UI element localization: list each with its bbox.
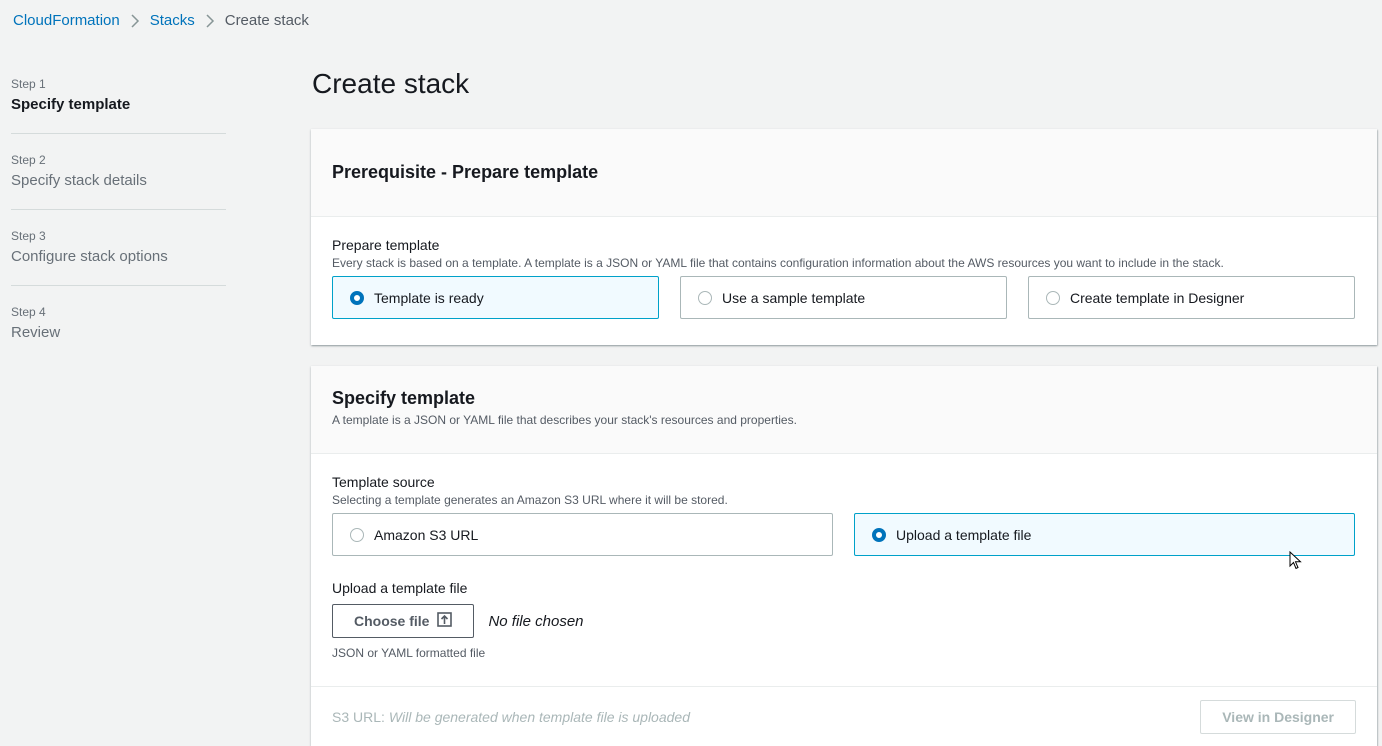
view-in-designer-button[interactable]: View in Designer: [1200, 699, 1356, 734]
option-create-in-designer[interactable]: Create template in Designer: [1028, 276, 1355, 319]
wizard-steps: Step 1 Specify template Step 2 Specify s…: [11, 76, 226, 343]
specify-template-panel: Specify template A template is a JSON or…: [311, 366, 1377, 746]
field-description: Every stack is based on a template. A te…: [332, 256, 1224, 270]
radio-icon: [350, 527, 364, 542]
field-description: Selecting a template generates an Amazon…: [332, 493, 728, 507]
mouse-pointer-icon: [1289, 550, 1302, 576]
divider: [11, 209, 226, 210]
step-label: Specify template: [11, 96, 131, 113]
field-label: Prepare template: [332, 237, 440, 253]
upload-hint: JSON or YAML formatted file: [332, 646, 486, 660]
choose-file-button[interactable]: Choose file: [332, 604, 475, 638]
option-label: Use a sample template: [722, 289, 866, 306]
panel-title: Prerequisite - Prepare template: [332, 162, 599, 182]
step-label: Configure stack options: [11, 248, 168, 265]
option-label: Template is ready: [374, 289, 484, 306]
option-sample-template[interactable]: Use a sample template: [680, 276, 1007, 319]
chevron-right-icon: [130, 13, 140, 28]
option-upload-template-file[interactable]: Upload a template file: [854, 513, 1355, 556]
radio-icon: [1046, 290, 1060, 305]
step-number: Step 1: [11, 77, 46, 91]
step-2: Step 2 Specify stack details: [11, 152, 226, 191]
step-label: Specify stack details: [11, 172, 147, 189]
divider: [11, 285, 226, 286]
option-label: Create template in Designer: [1070, 289, 1245, 306]
panel-description: A template is a JSON or YAML file that d…: [332, 413, 797, 427]
upload-label: Upload a template file: [332, 580, 468, 596]
s3-url-display: S3 URL: Will be generated when template f…: [332, 709, 690, 725]
step-4: Step 4 Review: [11, 304, 226, 343]
breadcrumb-current: Create stack: [224, 12, 309, 29]
radio-selected-icon: [872, 527, 886, 542]
step-number: Step 2: [11, 153, 46, 167]
panel-body: Prepare template Every stack is based on…: [311, 217, 1377, 319]
divider: [11, 133, 226, 134]
step-number: Step 3: [11, 229, 46, 243]
prepare-template-options: Template is ready Use a sample template …: [332, 276, 1356, 319]
panel-header: Specify template A template is a JSON or…: [311, 366, 1377, 454]
breadcrumb-cloudformation[interactable]: CloudFormation: [13, 12, 120, 29]
option-label: Upload a template file: [896, 526, 1032, 543]
radio-icon: [698, 290, 712, 305]
option-label: Amazon S3 URL: [374, 526, 479, 543]
no-file-chosen: No file chosen: [488, 612, 584, 630]
breadcrumb: CloudFormation Stacks Create stack: [13, 12, 309, 29]
prerequisite-panel: Prerequisite - Prepare template Prepare …: [311, 129, 1377, 345]
step-3: Step 3 Configure stack options: [11, 228, 226, 267]
step-number: Step 4: [11, 305, 46, 319]
choose-file-label: Choose file: [354, 613, 430, 629]
s3-url-placeholder: Will be generated when template file is …: [388, 708, 690, 725]
option-amazon-s3-url[interactable]: Amazon S3 URL: [332, 513, 833, 556]
panel-header: Prerequisite - Prepare template: [311, 129, 1377, 217]
file-upload-row: Choose file No file chosen: [332, 604, 1356, 638]
chevron-right-icon: [205, 13, 215, 28]
field-label: Template source: [332, 474, 435, 490]
breadcrumb-stacks[interactable]: Stacks: [150, 12, 195, 29]
template-source-options: Amazon S3 URL Upload a template file: [332, 513, 1356, 556]
step-1: Step 1 Specify template: [11, 76, 226, 115]
page-title: Create stack: [312, 68, 470, 99]
panel-title: Specify template: [332, 388, 476, 408]
upload-icon: [437, 612, 453, 630]
radio-selected-icon: [350, 290, 364, 305]
s3-url-row: S3 URL: Will be generated when template f…: [311, 686, 1377, 746]
panel-body: Template source Selecting a template gen…: [311, 454, 1377, 686]
s3-url-label: S3 URL:: [332, 708, 385, 725]
option-template-ready[interactable]: Template is ready: [332, 276, 659, 319]
step-label: Review: [11, 324, 61, 341]
